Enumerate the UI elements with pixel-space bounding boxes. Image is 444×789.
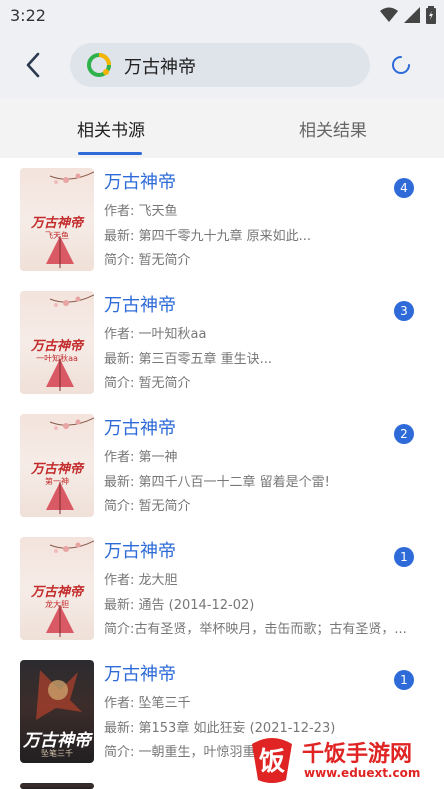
svg-text:饭: 饭: [259, 747, 285, 777]
signal-icon: [404, 7, 420, 23]
site-logo-icon: 饭: [252, 738, 292, 783]
book-latest-chapter: 最新: 第三百零五章 重生诀...: [104, 352, 273, 367]
book-title: 万古神帝: [104, 172, 176, 193]
book-title: 万古神帝: [104, 295, 176, 316]
watermark-title: 千饭手游网: [302, 742, 413, 767]
status-icons: [380, 6, 436, 24]
book-author: 作者: 第一神: [104, 450, 178, 465]
search-engine-logo-icon: [87, 53, 111, 77]
book-latest-chapter: 最新: 第四千零九十九章 原来如此...: [104, 229, 312, 244]
tab-related-results[interactable]: 相关结果: [222, 98, 444, 158]
source-count-badge: 1: [394, 547, 414, 567]
source-count-badge: 4: [394, 178, 414, 198]
book-title: 万古神帝: [104, 418, 176, 439]
book-cover: 万古神帝 坠笔三千: [20, 660, 94, 763]
list-item[interactable]: 万古神帝 飞天鱼 万古神帝 作者: 飞天鱼 最新: 第四千零九十九章 原来如此.…: [0, 158, 444, 281]
tab-indicator: [78, 152, 142, 155]
book-cover: [20, 783, 94, 789]
book-latest-chapter: 最新: 通告 (2014-12-02): [104, 598, 255, 613]
book-author: 作者: 一叶知秋aa: [104, 327, 207, 342]
book-title: 万古神帝: [104, 541, 176, 562]
cover-title: 万古神帝: [30, 339, 83, 354]
search-query: 万古神帝: [124, 57, 196, 78]
battery-icon: [426, 6, 436, 24]
tab-bar: 相关书源 相关结果: [0, 98, 444, 158]
book-intro: 简介: 一朝重生，叶惊羽重生: [104, 745, 269, 760]
book-intro: 简介: 暂无简介: [104, 499, 191, 514]
status-bar: 3:22: [0, 0, 444, 32]
chevron-left-icon: [26, 52, 40, 78]
app-bar: 万古神帝: [0, 32, 444, 98]
book-latest-chapter: 最新: 第四千八百一十二章 留着是个雷!: [104, 475, 330, 490]
list-item[interactable]: 万古神帝 一叶知秋aa 万古神帝 作者: 一叶知秋aa 最新: 第三百零五章 重…: [0, 281, 444, 404]
cover-author: 飞天鱼: [45, 231, 69, 240]
list-item[interactable]: 万古神帝 龙大胆 万古神帝 作者: 龙大胆 最新: 通告 (2014-12-02…: [0, 527, 444, 650]
book-cover: 万古神帝 龙大胆: [20, 537, 94, 640]
refresh-spinner-icon[interactable]: [390, 54, 412, 76]
book-author: 作者: 飞天鱼: [104, 204, 178, 219]
book-author: 作者: 坠笔三千: [104, 696, 191, 711]
site-watermark: 饭 千饭手游网 www.eduext.com: [246, 728, 444, 786]
watermark-url: www.eduext.com: [304, 766, 421, 780]
cover-author: 龙大胆: [45, 600, 69, 609]
book-cover: 万古神帝 飞天鱼: [20, 168, 94, 271]
book-cover: 万古神帝 第一神: [20, 414, 94, 517]
cover-author: 第一神: [45, 477, 69, 486]
source-count-badge: 2: [394, 424, 414, 444]
cover-title: 万古神帝: [30, 216, 83, 231]
source-count-badge: 1: [394, 670, 414, 690]
list-item[interactable]: 万古神帝 第一神 万古神帝 作者: 第一神 最新: 第四千八百一十二章 留着是个…: [0, 404, 444, 527]
cover-title: 万古神帝: [30, 462, 83, 477]
source-count-badge: 3: [394, 301, 414, 321]
book-intro: 简介:古有圣贤，举杯映月，击缶而歌；古有圣贤，...: [104, 622, 407, 637]
tab-related-sources[interactable]: 相关书源: [0, 98, 222, 158]
book-title: 万古神帝: [104, 664, 176, 685]
wifi-icon: [380, 7, 398, 22]
cover-title: 万古神帝: [30, 585, 83, 600]
book-author: 作者: 龙大胆: [104, 573, 178, 588]
search-input[interactable]: 万古神帝: [70, 43, 370, 87]
cover-author: 坠笔三千: [41, 749, 73, 758]
book-intro: 简介: 暂无简介: [104, 253, 191, 268]
book-intro: 简介: 暂无简介: [104, 376, 191, 391]
cover-author: 一叶知秋aa: [36, 354, 78, 363]
back-button[interactable]: [18, 50, 48, 80]
status-time: 3:22: [10, 6, 46, 25]
book-cover: 万古神帝 一叶知秋aa: [20, 291, 94, 394]
